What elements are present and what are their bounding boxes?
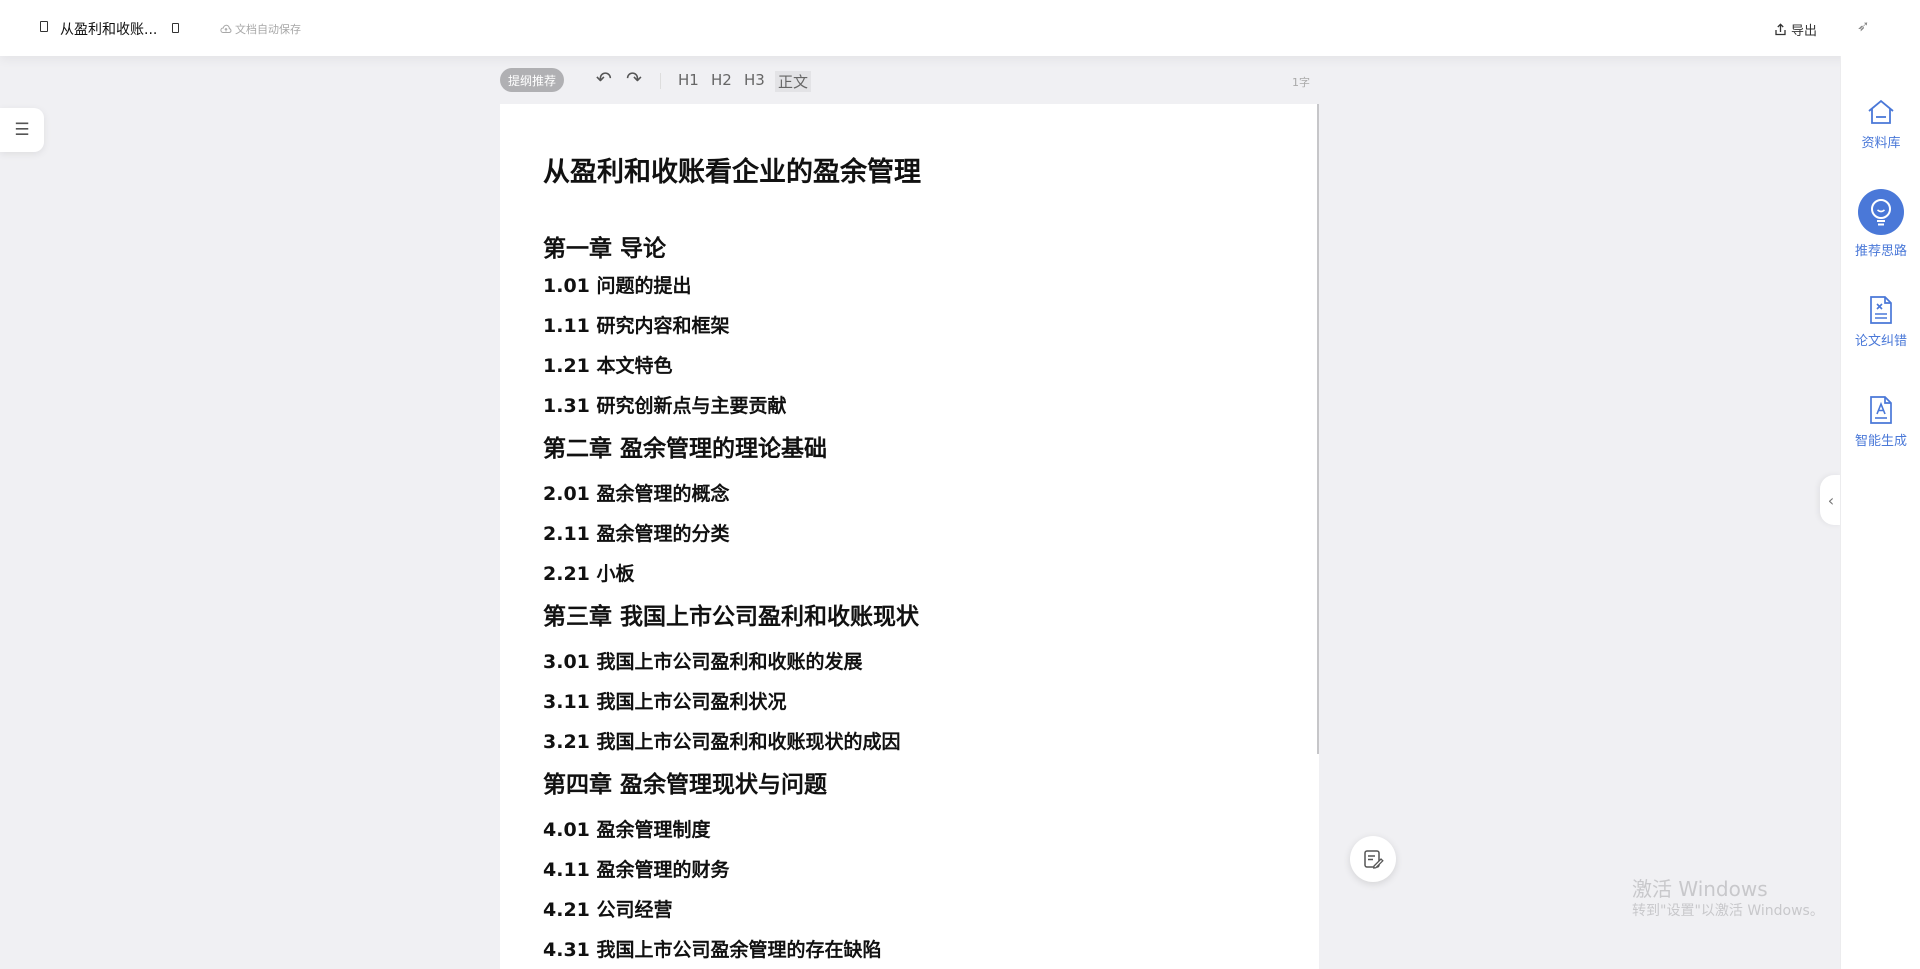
toc-section[interactable]: 3.01 我国上市公司盈利和收账的发展: [543, 647, 863, 674]
editor-toolbar: 提纲推荐 ↶ ↷ H1 H2 H3 正文 1字: [500, 66, 1320, 96]
ideas-label: 推荐思路: [1854, 244, 1907, 259]
document-check-icon: [1870, 296, 1892, 324]
export-button[interactable]: 导出: [1774, 20, 1817, 39]
autosave-label: 文档自动保存: [235, 23, 301, 36]
toc-section[interactable]: 4.01 盈余管理制度: [543, 815, 711, 842]
generate-label: 智能生成: [1854, 434, 1907, 449]
share-icon: [1775, 23, 1786, 36]
correction-label: 论文纠错: [1854, 334, 1907, 349]
h3-button[interactable]: H3: [744, 71, 765, 89]
editor-page[interactable]: 从盈利和收账看企业的盈余管理 第一章 导论 1.01 问题的提出 1.11 研究…: [500, 104, 1319, 969]
toc-section[interactable]: 4.21 公司经营: [543, 895, 673, 922]
h2-button[interactable]: H2: [711, 71, 732, 89]
toc-section[interactable]: 4.31 我国上市公司盈余管理的存在缺陷: [543, 935, 882, 962]
toc-section[interactable]: 3.11 我国上市公司盈利状况: [543, 687, 787, 714]
export-label: 导出: [1791, 24, 1818, 39]
library-button[interactable]: 资料库: [1841, 96, 1920, 151]
windows-activation-hint: 转到"设置"以激活 Windows。: [1632, 903, 1824, 919]
chevron-left-icon: ‹: [1827, 490, 1835, 510]
toc-section[interactable]: 2.11 盈余管理的分类: [543, 519, 730, 546]
toc-section[interactable]: 1.01 问题的提出: [543, 271, 692, 298]
document-icon: [40, 21, 48, 32]
generate-button[interactable]: 智能生成: [1841, 394, 1920, 449]
cloud-upload-icon: [220, 24, 232, 33]
toc-chapter[interactable]: 第一章 导论: [543, 229, 666, 263]
document-title[interactable]: 从盈利和收账...: [60, 19, 157, 39]
windows-activation-title: 激活 Windows: [1632, 877, 1768, 901]
toc-section[interactable]: 1.11 研究内容和框架: [543, 311, 730, 338]
editor-scrollbar[interactable]: [1317, 104, 1319, 754]
toc-section[interactable]: 4.11 盈余管理的财务: [543, 855, 730, 882]
toc-chapter[interactable]: 第二章 盈余管理的理论基础: [543, 429, 827, 463]
toc-section[interactable]: 1.31 研究创新点与主要贡献: [543, 391, 787, 418]
menu-icon: ☰: [14, 120, 30, 140]
document-generate-icon: [1870, 396, 1892, 424]
toc-chapter[interactable]: 第四章 盈余管理现状与问题: [543, 765, 827, 799]
lightbulb-icon: [1858, 189, 1904, 235]
outline-menu-button[interactable]: ☰: [0, 108, 44, 152]
redo-icon[interactable]: ↷: [626, 68, 642, 90]
toc-section[interactable]: 2.21 小板: [543, 559, 635, 586]
body-text-button[interactable]: 正文: [775, 71, 812, 92]
floating-edit-button[interactable]: [1350, 836, 1396, 882]
autosave-status: 文档自动保存: [220, 21, 301, 37]
right-tool-panel: 资料库 推荐思路 论文纠错 智能生成: [1840, 56, 1920, 969]
home-library-icon: [1868, 99, 1894, 124]
top-bar: 从盈利和收账... 文档自动保存 导出 ➶: [0, 0, 1920, 56]
toc-section[interactable]: 3.21 我国上市公司盈利和收账现状的成因: [543, 727, 901, 754]
copy-icon[interactable]: [172, 23, 179, 33]
h1-button[interactable]: H1: [678, 71, 699, 89]
library-label: 资料库: [1861, 136, 1901, 151]
toc-chapter[interactable]: 第三章 我国上市公司盈利和收账现状: [543, 597, 919, 631]
toolbar-divider: [660, 73, 661, 89]
collapse-panel-button[interactable]: ‹: [1820, 475, 1842, 525]
outline-recommend-button[interactable]: 提纲推荐: [500, 68, 565, 92]
toc-section[interactable]: 2.01 盈余管理的概念: [543, 479, 730, 506]
word-count: 1字: [1292, 76, 1310, 89]
feather-icon[interactable]: ➶: [1857, 17, 1870, 35]
toc-section[interactable]: 1.21 本文特色: [543, 351, 673, 378]
ideas-button[interactable]: 推荐思路: [1841, 188, 1920, 259]
undo-icon[interactable]: ↶: [596, 68, 612, 90]
document-heading[interactable]: 从盈利和收账看企业的盈余管理: [543, 150, 921, 189]
edit-note-icon: [1364, 850, 1384, 869]
correction-button[interactable]: 论文纠错: [1841, 294, 1920, 349]
